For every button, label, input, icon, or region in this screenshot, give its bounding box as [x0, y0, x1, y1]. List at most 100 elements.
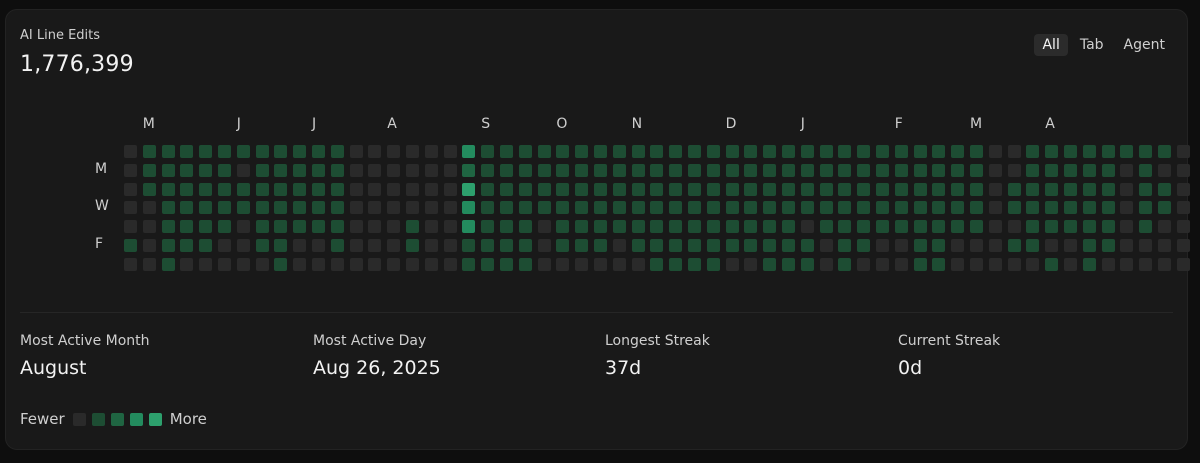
heatmap-cell[interactable] — [142, 145, 156, 158]
heatmap-cell[interactable] — [951, 163, 965, 177]
heatmap-cell[interactable] — [1139, 182, 1153, 196]
heatmap-cell[interactable] — [161, 201, 175, 215]
heatmap-cell[interactable] — [800, 163, 814, 177]
heatmap-cell[interactable] — [913, 145, 927, 158]
heatmap-cell[interactable] — [274, 239, 288, 252]
heatmap-cell[interactable] — [481, 145, 495, 158]
heatmap-cell[interactable] — [951, 257, 965, 271]
heatmap-cell[interactable] — [236, 220, 250, 234]
heatmap-cell[interactable] — [988, 220, 1002, 234]
heatmap-cell[interactable] — [744, 257, 758, 271]
heatmap-cell[interactable] — [857, 145, 871, 158]
heatmap-cell[interactable] — [1139, 145, 1153, 158]
heatmap-cell[interactable] — [180, 220, 194, 234]
heatmap-cell[interactable] — [725, 182, 739, 196]
heatmap-cell[interactable] — [236, 182, 250, 196]
heatmap-cell[interactable] — [142, 182, 156, 196]
heatmap-cell[interactable] — [782, 201, 795, 215]
heatmap-cell[interactable] — [537, 220, 551, 234]
heatmap-cell[interactable] — [575, 239, 589, 252]
heatmap-cell[interactable] — [312, 239, 325, 252]
tab-tab[interactable]: Tab — [1072, 34, 1112, 56]
heatmap-cell[interactable] — [594, 201, 607, 215]
heatmap-cell[interactable] — [161, 182, 175, 196]
heatmap-cell[interactable] — [537, 201, 551, 215]
heatmap-cell[interactable] — [293, 182, 307, 196]
heatmap-cell[interactable] — [180, 239, 194, 252]
heatmap-cell[interactable] — [706, 163, 720, 177]
heatmap-cell[interactable] — [236, 163, 250, 177]
heatmap-cell[interactable] — [951, 182, 965, 196]
heatmap-cell[interactable] — [725, 163, 739, 177]
heatmap-cell[interactable] — [236, 239, 250, 252]
heatmap-cell[interactable] — [819, 239, 833, 252]
heatmap-cell[interactable] — [293, 257, 307, 271]
heatmap-cell[interactable] — [1045, 220, 1059, 234]
heatmap-cell[interactable] — [725, 257, 739, 271]
heatmap-cell[interactable] — [406, 201, 419, 215]
heatmap-cell[interactable] — [988, 163, 1002, 177]
heatmap-cell[interactable] — [951, 239, 965, 252]
heatmap-cell[interactable] — [1045, 201, 1059, 215]
heatmap-cell[interactable] — [1064, 220, 1077, 234]
heatmap-cell[interactable] — [575, 145, 589, 158]
heatmap-cell[interactable] — [556, 182, 570, 196]
heatmap-cell[interactable] — [349, 257, 363, 271]
heatmap-cell[interactable] — [763, 257, 777, 271]
heatmap-cell[interactable] — [236, 257, 250, 271]
heatmap-cell[interactable] — [669, 239, 683, 252]
heatmap-cell[interactable] — [913, 201, 927, 215]
heatmap-cell[interactable] — [1158, 239, 1171, 252]
heatmap-cell[interactable] — [1101, 220, 1115, 234]
heatmap-cell[interactable] — [744, 239, 758, 252]
heatmap-cell[interactable] — [349, 182, 363, 196]
heatmap-cell[interactable] — [142, 239, 156, 252]
heatmap-cell[interactable] — [1082, 201, 1096, 215]
heatmap-cell[interactable] — [1101, 182, 1115, 196]
heatmap-cell[interactable] — [669, 257, 683, 271]
heatmap-cell[interactable] — [575, 201, 589, 215]
heatmap-cell[interactable] — [1139, 163, 1153, 177]
heatmap-cell[interactable] — [970, 239, 983, 252]
heatmap-cell[interactable] — [706, 201, 720, 215]
heatmap-cell[interactable] — [218, 145, 231, 158]
heatmap-cell[interactable] — [650, 182, 664, 196]
heatmap-cell[interactable] — [274, 257, 288, 271]
heatmap-cell[interactable] — [782, 257, 795, 271]
heatmap-cell[interactable] — [274, 220, 288, 234]
heatmap-cell[interactable] — [556, 201, 570, 215]
heatmap-cell[interactable] — [462, 220, 476, 234]
heatmap-cell[interactable] — [462, 163, 476, 177]
heatmap-cell[interactable] — [763, 201, 777, 215]
heatmap-cell[interactable] — [1176, 201, 1190, 215]
heatmap-cell[interactable] — [1101, 163, 1115, 177]
heatmap-cell[interactable] — [1064, 239, 1077, 252]
heatmap-cell[interactable] — [1045, 239, 1059, 252]
heatmap-cell[interactable] — [669, 201, 683, 215]
heatmap-cell[interactable] — [500, 239, 513, 252]
heatmap-cell[interactable] — [424, 220, 438, 234]
heatmap-cell[interactable] — [1101, 145, 1115, 158]
heatmap-cell[interactable] — [537, 145, 551, 158]
heatmap-cell[interactable] — [951, 220, 965, 234]
heatmap-cell[interactable] — [180, 257, 194, 271]
heatmap-cell[interactable] — [1082, 182, 1096, 196]
heatmap-cell[interactable] — [838, 163, 852, 177]
heatmap-cell[interactable] — [1007, 163, 1021, 177]
heatmap-cell[interactable] — [782, 182, 795, 196]
heatmap-cell[interactable] — [443, 201, 457, 215]
heatmap-cell[interactable] — [142, 201, 156, 215]
heatmap-cell[interactable] — [518, 239, 532, 252]
heatmap-cell[interactable] — [706, 220, 720, 234]
heatmap-cell[interactable] — [199, 239, 213, 252]
heatmap-cell[interactable] — [688, 182, 701, 196]
tab-agent[interactable]: Agent — [1116, 34, 1173, 56]
heatmap-cell[interactable] — [1064, 163, 1077, 177]
heatmap-cell[interactable] — [1045, 257, 1059, 271]
heatmap-cell[interactable] — [932, 145, 946, 158]
heatmap-cell[interactable] — [1158, 182, 1171, 196]
heatmap-cell[interactable] — [819, 201, 833, 215]
heatmap-cell[interactable] — [913, 239, 927, 252]
heatmap-cell[interactable] — [481, 163, 495, 177]
heatmap-cell[interactable] — [988, 182, 1002, 196]
